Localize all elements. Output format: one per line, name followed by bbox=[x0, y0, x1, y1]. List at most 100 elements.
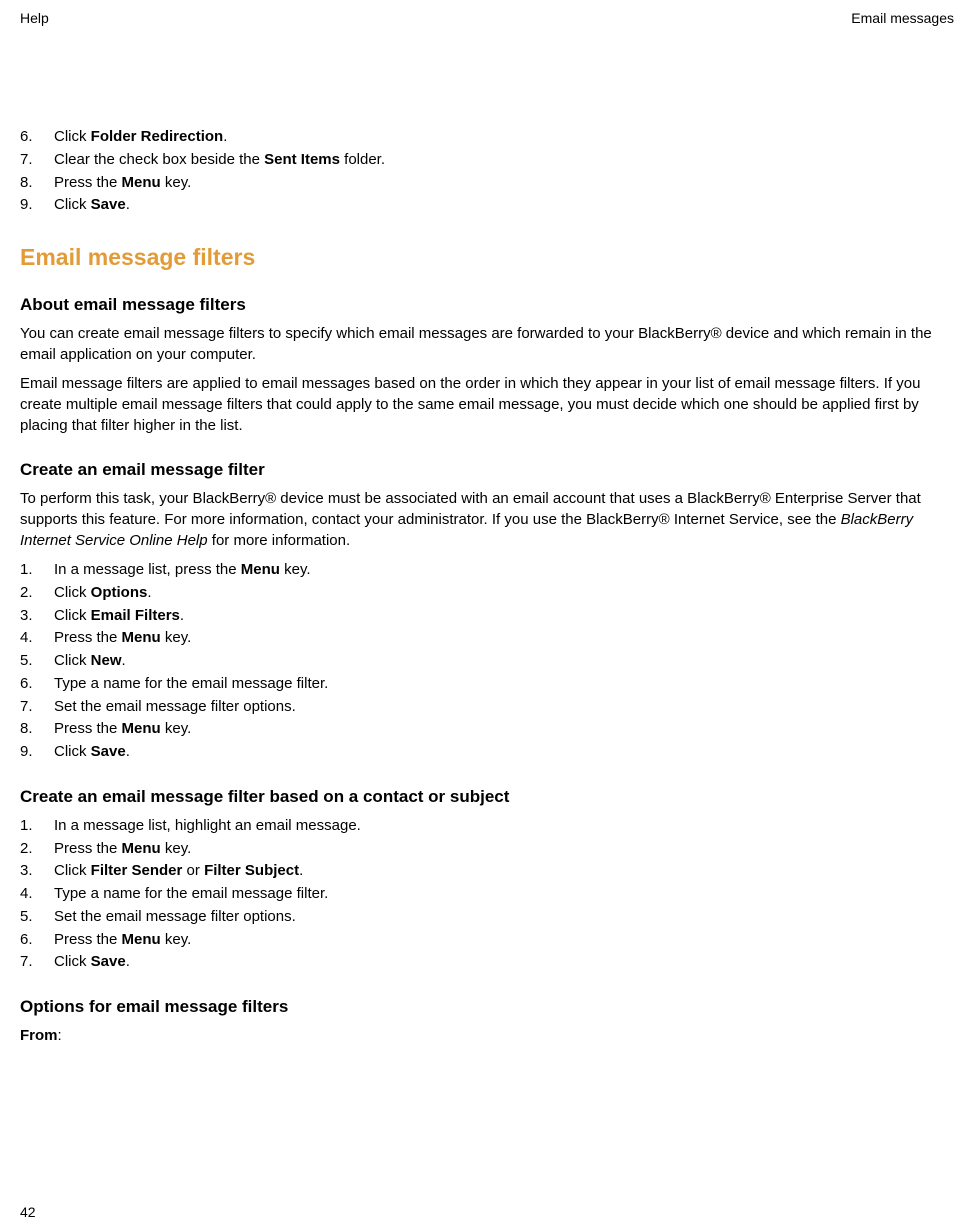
step-number: 8. bbox=[20, 172, 54, 194]
text-part: . bbox=[147, 584, 151, 601]
step-text: Press the Menu key. bbox=[54, 172, 954, 194]
step-text: Click Options. bbox=[54, 582, 954, 604]
step-text: Click Save. bbox=[54, 741, 954, 763]
step-number: 5. bbox=[20, 650, 54, 672]
step-8: 8. Press the Menu key. bbox=[20, 718, 954, 740]
step-text: Set the email message filter options. bbox=[54, 906, 954, 928]
text-bold: New bbox=[91, 652, 122, 669]
text-part: . bbox=[223, 128, 227, 145]
text-part: Click bbox=[54, 584, 91, 601]
text-bold: Filter Subject bbox=[204, 862, 299, 879]
text-part: Click bbox=[54, 196, 91, 213]
step-number: 8. bbox=[20, 718, 54, 740]
text-part: . bbox=[180, 607, 184, 624]
header-left: Help bbox=[20, 10, 49, 26]
step-text: Click New. bbox=[54, 650, 954, 672]
text-bold: Folder Redirection bbox=[91, 128, 224, 145]
step-number: 7. bbox=[20, 149, 54, 171]
text-bold: Save bbox=[91, 953, 126, 970]
option-label: From bbox=[20, 1027, 58, 1044]
step-number: 1. bbox=[20, 559, 54, 581]
step-3: 3. Click Filter Sender or Filter Subject… bbox=[20, 860, 954, 882]
subheading-options-for-filters: Options for email message filters bbox=[20, 997, 954, 1017]
text-part: key. bbox=[161, 931, 192, 948]
subheading-about-filters: About email message filters bbox=[20, 295, 954, 315]
step-text: Type a name for the email message filter… bbox=[54, 673, 954, 695]
step-number: 3. bbox=[20, 860, 54, 882]
text-bold: Menu bbox=[122, 174, 161, 191]
text-part: Click bbox=[54, 743, 91, 760]
text-part: : bbox=[58, 1027, 62, 1044]
text-part: Click bbox=[54, 953, 91, 970]
step-text: Press the Menu key. bbox=[54, 838, 954, 860]
subheading-create-filter-contact-subject: Create an email message filter based on … bbox=[20, 787, 954, 807]
step-5: 5. Click New. bbox=[20, 650, 954, 672]
text-part: To perform this task, your BlackBerry® d… bbox=[20, 490, 921, 528]
step-4: 4. Press the Menu key. bbox=[20, 627, 954, 649]
text-part: . bbox=[126, 953, 130, 970]
header-right: Email messages bbox=[851, 10, 954, 26]
text-part: key. bbox=[161, 174, 192, 191]
step-6: 6. Press the Menu key. bbox=[20, 929, 954, 951]
page-header: Help Email messages bbox=[20, 10, 954, 26]
text-bold: Menu bbox=[122, 931, 161, 948]
text-part: or bbox=[182, 862, 204, 879]
step-number: 6. bbox=[20, 673, 54, 695]
text-bold: Save bbox=[91, 743, 126, 760]
step-text: Click Save. bbox=[54, 951, 954, 973]
step-text: Set the email message filter options. bbox=[54, 696, 954, 718]
step-text: Press the Menu key. bbox=[54, 718, 954, 740]
step-number: 2. bbox=[20, 838, 54, 860]
text-part: Clear the check box beside the bbox=[54, 151, 264, 168]
step-8: 8. Press the Menu key. bbox=[20, 172, 954, 194]
text-part: . bbox=[126, 196, 130, 213]
step-3: 3. Click Email Filters. bbox=[20, 605, 954, 627]
paragraph: Email message filters are applied to ema… bbox=[20, 373, 954, 436]
paragraph: You can create email message filters to … bbox=[20, 323, 954, 365]
text-bold: Menu bbox=[122, 840, 161, 857]
step-text: In a message list, highlight an email me… bbox=[54, 815, 954, 837]
text-part: key. bbox=[161, 720, 192, 737]
step-1: 1. In a message list, press the Menu key… bbox=[20, 559, 954, 581]
step-7: 7. Set the email message filter options. bbox=[20, 696, 954, 718]
text-part: In a message list, press the bbox=[54, 561, 241, 578]
section-heading-email-message-filters: Email message filters bbox=[20, 244, 954, 271]
step-text: Press the Menu key. bbox=[54, 929, 954, 951]
text-part: Press the bbox=[54, 174, 122, 191]
step-text: In a message list, press the Menu key. bbox=[54, 559, 954, 581]
step-9: 9. Click Save. bbox=[20, 741, 954, 763]
step-6: 6. Type a name for the email message fil… bbox=[20, 673, 954, 695]
page-number: 42 bbox=[20, 1204, 36, 1220]
text-bold: Menu bbox=[122, 720, 161, 737]
step-number: 7. bbox=[20, 951, 54, 973]
step-number: 2. bbox=[20, 582, 54, 604]
steps-create-filter: 1. In a message list, press the Menu key… bbox=[20, 559, 954, 763]
text-part: key. bbox=[161, 629, 192, 646]
step-number: 3. bbox=[20, 605, 54, 627]
step-text: Click Email Filters. bbox=[54, 605, 954, 627]
step-1: 1. In a message list, highlight an email… bbox=[20, 815, 954, 837]
step-text: Press the Menu key. bbox=[54, 627, 954, 649]
text-part: key. bbox=[161, 840, 192, 857]
step-text: Click Folder Redirection. bbox=[54, 126, 954, 148]
text-part: Click bbox=[54, 862, 91, 879]
text-part: Press the bbox=[54, 720, 122, 737]
option-from: From: bbox=[20, 1025, 954, 1046]
step-number: 4. bbox=[20, 883, 54, 905]
step-9: 9. Click Save. bbox=[20, 194, 954, 216]
step-number: 9. bbox=[20, 741, 54, 763]
text-part: Press the bbox=[54, 931, 122, 948]
step-number: 1. bbox=[20, 815, 54, 837]
paragraph: To perform this task, your BlackBerry® d… bbox=[20, 488, 954, 551]
step-2: 2. Click Options. bbox=[20, 582, 954, 604]
text-part: . bbox=[299, 862, 303, 879]
step-text: Click Save. bbox=[54, 194, 954, 216]
step-7: 7. Clear the check box beside the Sent I… bbox=[20, 149, 954, 171]
steps-create-filter-contact: 1. In a message list, highlight an email… bbox=[20, 815, 954, 973]
step-text: Clear the check box beside the Sent Item… bbox=[54, 149, 954, 171]
text-bold: Options bbox=[91, 584, 148, 601]
step-number: 4. bbox=[20, 627, 54, 649]
subheading-create-filter: Create an email message filter bbox=[20, 460, 954, 480]
step-6: 6. Click Folder Redirection. bbox=[20, 126, 954, 148]
text-part: Click bbox=[54, 128, 91, 145]
